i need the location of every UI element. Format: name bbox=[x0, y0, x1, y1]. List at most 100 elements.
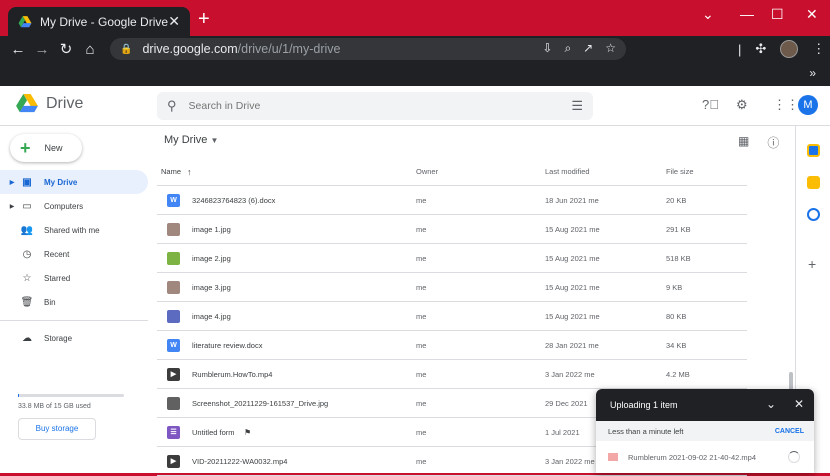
image-dark-file-icon bbox=[167, 397, 180, 410]
menu-icon[interactable]: ⋮ bbox=[812, 41, 825, 57]
file-name: Screenshot_20211229-161537_Drive.jpg bbox=[192, 399, 329, 408]
tab-close-icon[interactable]: ✕ bbox=[168, 13, 180, 30]
breadcrumb-label: My Drive bbox=[164, 134, 208, 146]
column-owner: Owner bbox=[416, 167, 439, 176]
search-icon[interactable]: ⚲ bbox=[167, 98, 177, 114]
sidebar-item-shared-with-me[interactable]: 👥 Shared with me bbox=[0, 218, 148, 242]
forward-icon[interactable]: → bbox=[30, 41, 54, 58]
collapse-icon[interactable]: ⌄ bbox=[766, 397, 776, 411]
search-bar[interactable]: ⚲ ☰ bbox=[157, 92, 593, 120]
table-row[interactable]: image 2.jpg me 15 Aug 2021 me 518 KB bbox=[157, 244, 747, 273]
extensions-icon[interactable]: ✣ bbox=[755, 41, 766, 57]
file-owner: me bbox=[416, 312, 427, 321]
tab-strip: My Drive - Google Drive ✕ + ⌄ — ☐ ✕ bbox=[0, 0, 830, 36]
sort-arrow-up-icon[interactable]: ↑ bbox=[187, 158, 192, 186]
table-row[interactable]: image 1.jpg me 15 Aug 2021 me 291 KB bbox=[157, 215, 747, 244]
sidebar-item-label: Computers bbox=[44, 201, 84, 211]
install-icon[interactable]: ⇩ bbox=[542, 41, 552, 56]
url-host: drive.google.com bbox=[142, 42, 238, 56]
table-row[interactable]: Wliterature review.docx me 28 Jan 2021 me 3… bbox=[157, 331, 747, 360]
file-modified: 15 Aug 2021 me bbox=[545, 254, 600, 263]
bookmarks-bar: » bbox=[0, 62, 830, 86]
upload-panel: Uploading 1 item ⌄ ✕ Less than a minute … bbox=[596, 389, 814, 473]
omnibox-actions: ⇩ ⌕ ↗ ☆ bbox=[542, 41, 616, 56]
sidebar-item-starred[interactable]: ☆ Starred bbox=[0, 266, 148, 290]
breadcrumb[interactable]: My Drive ▼ bbox=[164, 134, 218, 146]
file-owner: me bbox=[416, 283, 427, 292]
flag-icon: ⚑ bbox=[244, 428, 252, 437]
word-file-icon: W bbox=[167, 194, 180, 207]
sidebar-item-recent[interactable]: ◷ Recent bbox=[0, 242, 148, 266]
upload-status-bar: Less than a minute left CANCEL bbox=[596, 421, 814, 441]
sidebar-item-computers[interactable]: ▶ ▭ Computers bbox=[0, 194, 148, 218]
video-file-icon: ▶ bbox=[167, 368, 180, 381]
calendar-icon[interactable] bbox=[807, 144, 820, 157]
file-modified: 15 Aug 2021 me bbox=[545, 312, 600, 321]
upload-file-name: Rumblerum 2021-09-02 21-40-42.mp4 bbox=[628, 452, 756, 462]
table-row[interactable]: image 3.jpg me 15 Aug 2021 me 9 KB bbox=[157, 273, 747, 302]
form-file-icon: ☰ bbox=[167, 426, 180, 439]
column-modified[interactable]: Last modified bbox=[545, 158, 590, 186]
file-name: 3246823764823 (6).docx bbox=[192, 196, 276, 205]
share-icon[interactable]: ↗ bbox=[583, 41, 593, 56]
zoom-icon[interactable]: ⌕ bbox=[564, 41, 571, 56]
window-close-icon[interactable]: ✕ bbox=[806, 6, 818, 23]
filter-icon[interactable]: ☰ bbox=[571, 98, 583, 114]
expand-arrow-icon[interactable]: ▶ bbox=[6, 203, 18, 210]
bookmarks-more-icon[interactable]: » bbox=[809, 66, 816, 80]
file-name: VID-20211222-WA0032.mp4 bbox=[192, 457, 288, 466]
info-icon[interactable]: ⓘ bbox=[767, 134, 779, 151]
table-row[interactable]: W 3246823764823 (6).docx me 18 Jun 2021 me 2… bbox=[157, 186, 747, 215]
search-input[interactable] bbox=[188, 100, 572, 112]
back-icon[interactable]: ← bbox=[6, 41, 30, 58]
expand-arrow-icon[interactable]: ▶ bbox=[6, 179, 18, 186]
table-row[interactable]: image 4.jpg me 15 Aug 2021 me 80 KB bbox=[157, 302, 747, 331]
header-actions: ?⃝ ⚙ bbox=[702, 97, 748, 113]
buy-storage-button[interactable]: Buy storage bbox=[18, 418, 96, 440]
cancel-upload-button[interactable]: CANCEL bbox=[775, 428, 804, 435]
gear-icon[interactable]: ⚙ bbox=[736, 97, 748, 113]
sidebar-item-label: My Drive bbox=[44, 177, 78, 187]
file-modified: 3 Jan 2022 me bbox=[545, 370, 595, 379]
star-icon: ☆ bbox=[22, 272, 32, 284]
table-row[interactable]: ▶ Rumblerum.HowTo.mp4 me 3 Jan 2022 me 4.2 M… bbox=[157, 360, 747, 389]
new-tab-button[interactable]: + bbox=[198, 9, 210, 29]
browser-toolbar: ← → ↻ ⌂ 🔒 drive.google.com/drive/u/1/my-… bbox=[0, 36, 830, 62]
sidebar-item-storage[interactable]: ☁ Storage bbox=[0, 326, 148, 350]
new-button[interactable]: + New bbox=[10, 134, 82, 162]
cloud-icon: ☁ bbox=[22, 332, 32, 344]
column-size[interactable]: File size bbox=[666, 158, 694, 186]
home-icon[interactable]: ⌂ bbox=[78, 41, 102, 58]
address-bar[interactable]: 🔒 drive.google.com/drive/u/1/my-drive ⇩ … bbox=[110, 38, 626, 60]
drive-logo[interactable]: Drive bbox=[16, 94, 83, 114]
profile-avatar[interactable] bbox=[780, 40, 799, 58]
minimize-icon[interactable]: — bbox=[740, 6, 754, 22]
bookmark-star-icon[interactable]: ☆ bbox=[605, 41, 616, 56]
sidebar-item-bin[interactable]: 🗑 Bin bbox=[0, 290, 148, 314]
tab-my-drive[interactable]: My Drive - Google Drive ✕ bbox=[8, 7, 190, 36]
image-green-file-icon bbox=[167, 252, 180, 265]
chevron-down-icon[interactable]: ⌄ bbox=[702, 6, 714, 23]
file-owner: me bbox=[416, 399, 427, 408]
video-file-icon bbox=[608, 453, 618, 461]
storage-bar bbox=[18, 394, 124, 397]
account-avatar[interactable]: M bbox=[798, 95, 818, 115]
column-name[interactable]: Name bbox=[161, 158, 181, 186]
browser-window: My Drive - Google Drive ✕ + ⌄ — ☐ ✕ ← → … bbox=[0, 0, 830, 476]
file-name: literature review.docx bbox=[192, 341, 263, 350]
close-icon[interactable]: ✕ bbox=[794, 397, 804, 411]
sidebar-item-my-drive[interactable]: ▶ ▣ My Drive bbox=[0, 170, 148, 194]
reload-icon[interactable]: ↻ bbox=[54, 40, 78, 58]
drive-header: Drive ⚲ ☰ ?⃝ ⚙ ⋮⋮⋮ M bbox=[0, 86, 830, 126]
add-addon-icon[interactable]: + bbox=[808, 256, 816, 272]
my-drive-icon: ▣ bbox=[22, 176, 32, 188]
tasks-icon[interactable] bbox=[807, 208, 820, 221]
video-file-icon: ▶ bbox=[167, 455, 180, 468]
grid-view-icon[interactable]: ▦ bbox=[738, 134, 749, 151]
keep-icon[interactable] bbox=[807, 176, 820, 189]
new-label: New bbox=[44, 143, 63, 153]
file-name: Untitled form bbox=[192, 428, 235, 437]
help-icon[interactable]: ?⃝ bbox=[702, 97, 719, 113]
file-owner: me bbox=[416, 428, 427, 437]
maximize-icon[interactable]: ☐ bbox=[771, 6, 784, 23]
